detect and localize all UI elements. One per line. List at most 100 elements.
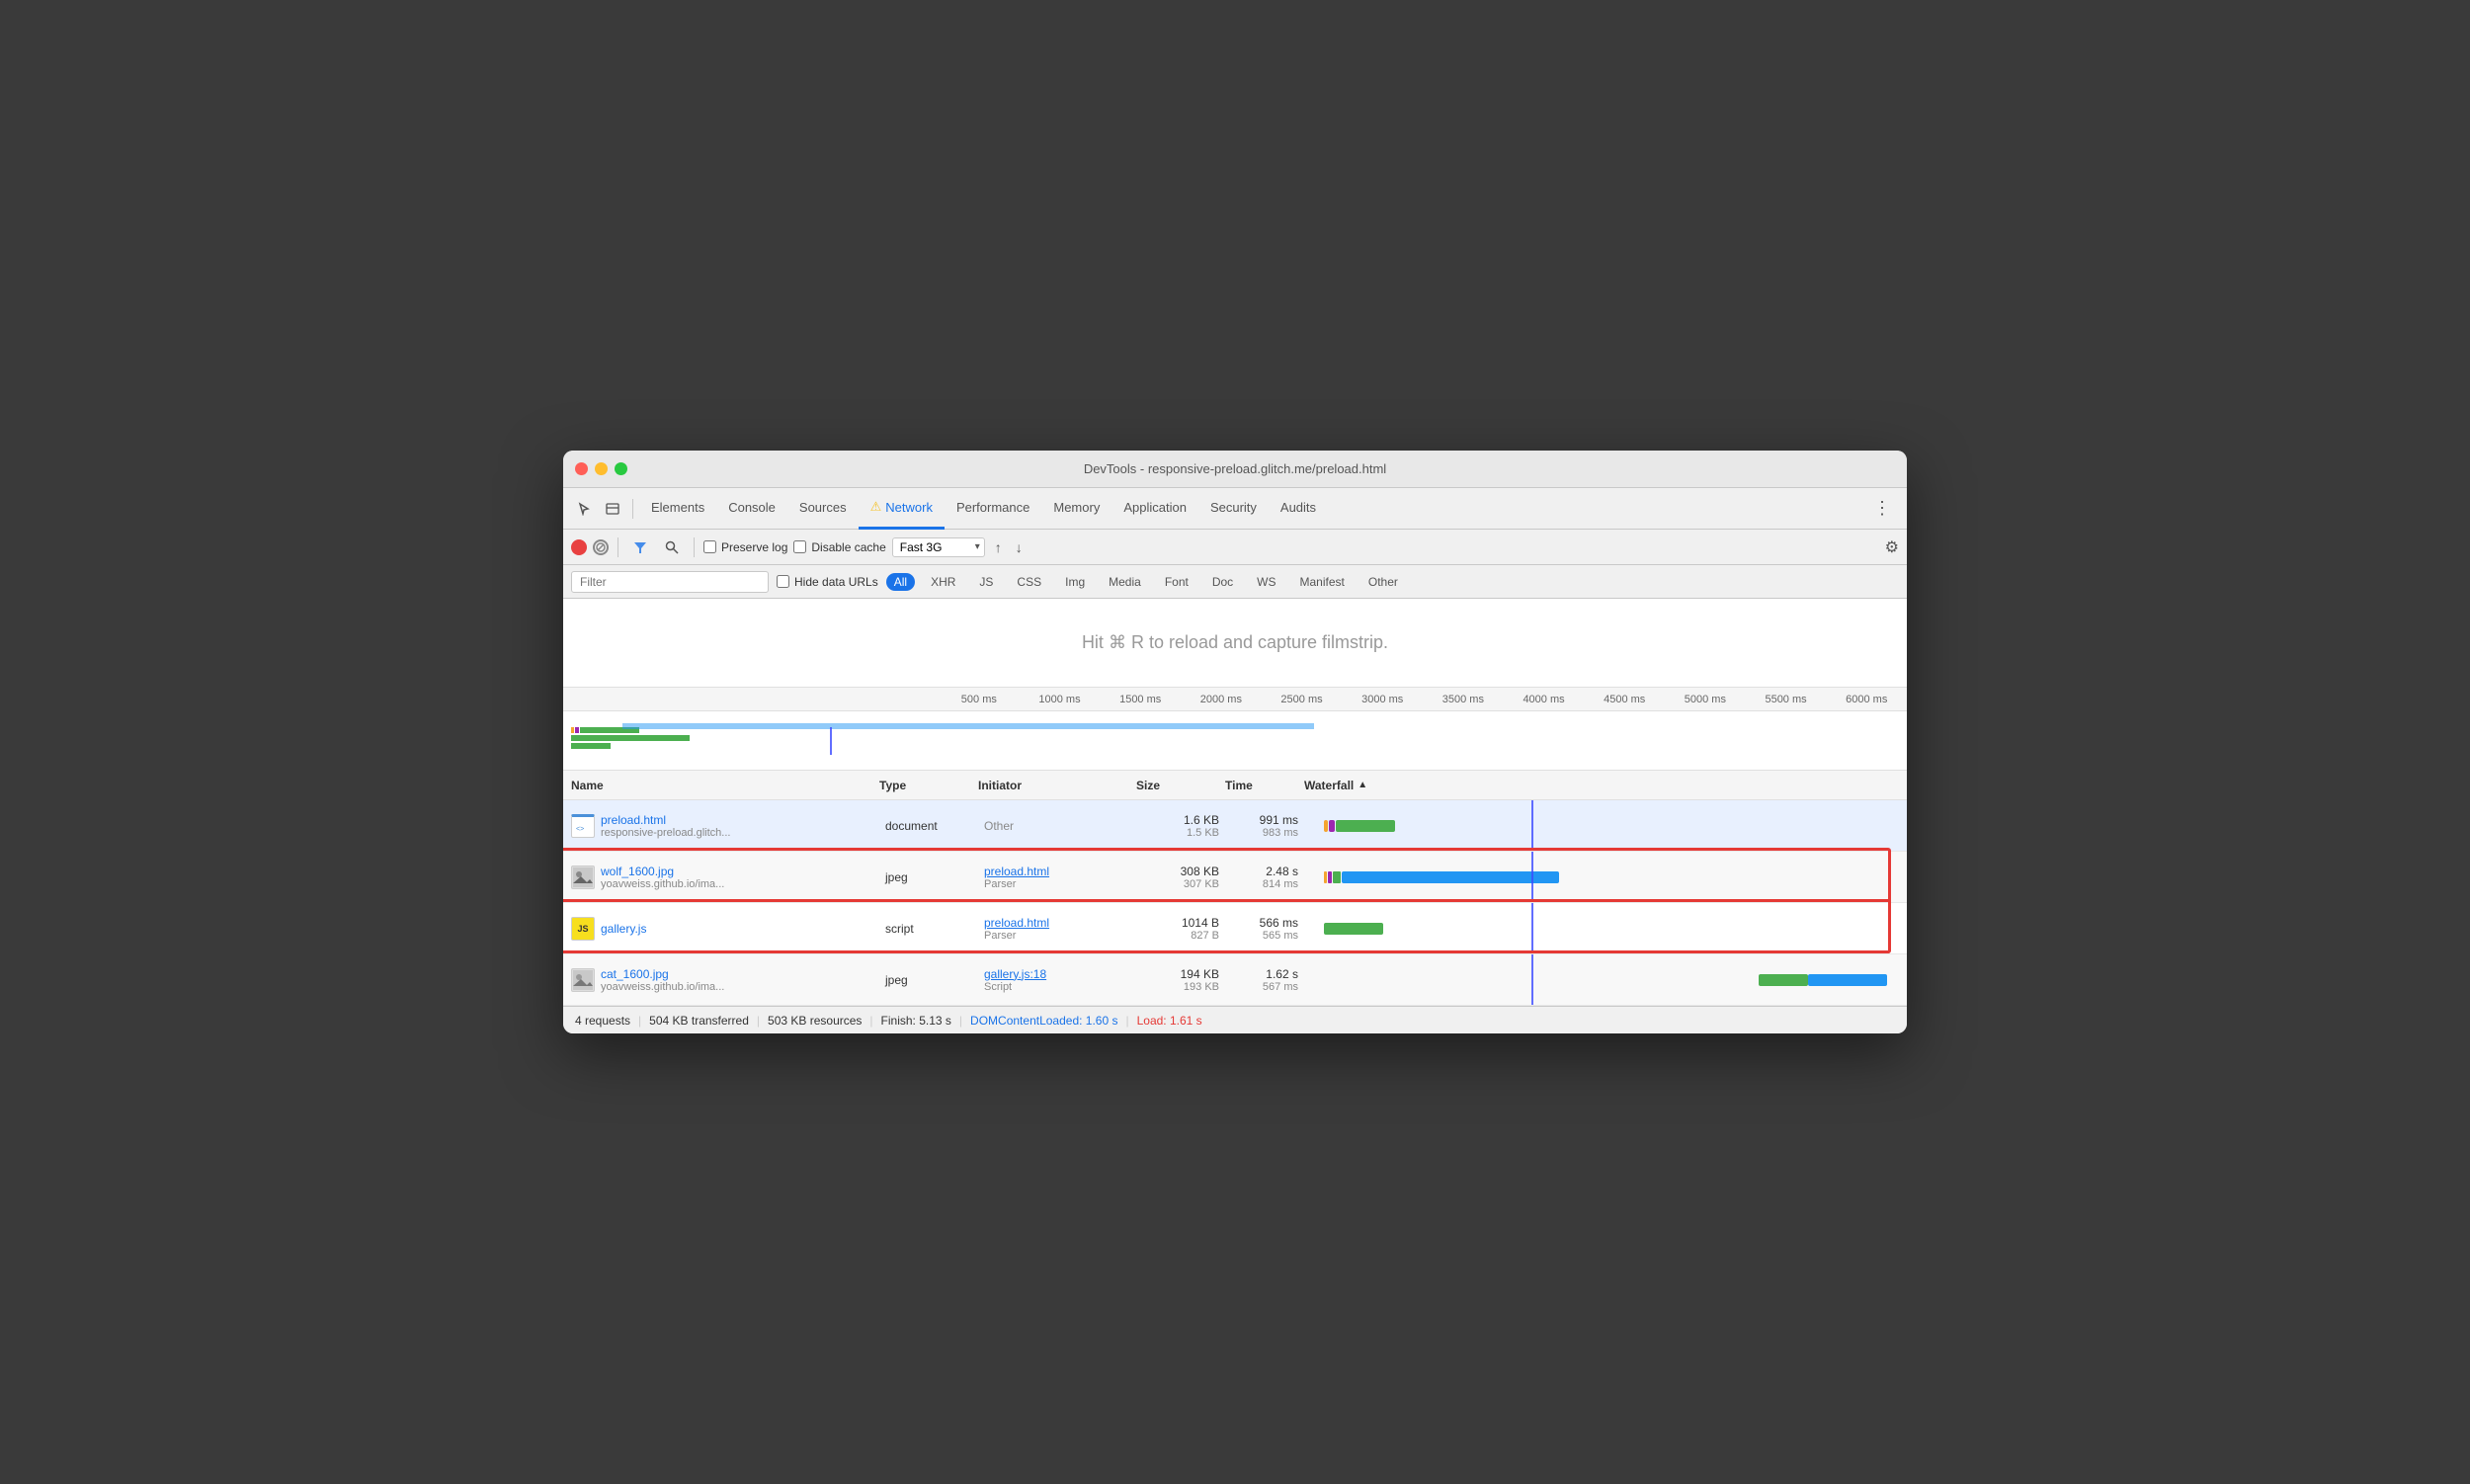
row-waterfall-1 <box>1304 852 1907 902</box>
tick-6000: 6000 ms <box>1826 694 1907 705</box>
row-waterfall-3 <box>1304 954 1907 1005</box>
col-header-name: Name <box>563 779 879 792</box>
dom-content-loaded: DOMContentLoaded: 1.60 s <box>970 1014 1117 1028</box>
col-header-size: Size <box>1136 779 1225 792</box>
row-initiator: Other <box>978 800 1136 851</box>
devtools-window: DevTools - responsive-preload.glitch.me/… <box>563 451 1907 1033</box>
preserve-log-label[interactable]: Preserve log <box>703 540 787 554</box>
js-file-icon: JS <box>571 917 595 941</box>
filter-type-xhr[interactable]: XHR <box>923 573 963 591</box>
sort-arrow-icon: ▲ <box>1358 780 1367 790</box>
filter-type-js[interactable]: JS <box>971 573 1001 591</box>
file-domain: yoavweiss.github.io/ima... <box>601 981 724 993</box>
cursor-icon[interactable] <box>571 495 599 523</box>
hide-data-urls-checkbox[interactable] <box>777 575 789 588</box>
tab-application[interactable]: Application <box>1112 488 1198 530</box>
file-domain: yoavweiss.github.io/ima... <box>601 878 724 890</box>
settings-icon[interactable]: ⚙ <box>1885 537 1899 557</box>
throttle-selector[interactable]: Fast 3G No throttling Slow 3G Offline ▾ <box>892 537 985 557</box>
filter-type-other[interactable]: Other <box>1360 573 1406 591</box>
filter-input[interactable] <box>571 571 769 593</box>
jpg-file-icon <box>571 866 595 889</box>
table-row[interactable]: <> preload.html responsive-preload.glitc… <box>563 800 1907 852</box>
row-size: 194 KB 193 KB <box>1136 954 1225 1005</box>
window-controls <box>575 462 627 475</box>
tab-elements[interactable]: Elements <box>639 488 716 530</box>
row-size: 1.6 KB 1.5 KB <box>1136 800 1225 851</box>
tick-1000: 1000 ms <box>1020 694 1101 705</box>
tab-performance[interactable]: Performance <box>945 488 1041 530</box>
close-button[interactable] <box>575 462 588 475</box>
initiator-link[interactable]: gallery.js:18 <box>984 967 1130 981</box>
maximize-button[interactable] <box>615 462 627 475</box>
hide-data-urls-label[interactable]: Hide data URLs <box>777 575 878 589</box>
disable-cache-label[interactable]: Disable cache <box>793 540 885 554</box>
filmstrip-area: Hit ⌘ R to reload and capture filmstrip. <box>563 599 1907 688</box>
filter-type-css[interactable]: CSS <box>1009 573 1049 591</box>
devtools-tabs: Elements Console Sources ⚠ Network Perfo… <box>563 488 1907 530</box>
tab-sources[interactable]: Sources <box>787 488 859 530</box>
table-row[interactable]: cat_1600.jpg yoavweiss.github.io/ima... … <box>563 954 1907 1006</box>
row-time: 2.48 s 814 ms <box>1225 852 1304 902</box>
load-time: Load: 1.61 s <box>1137 1014 1202 1028</box>
row-type: script <box>879 903 978 953</box>
file-name-block: cat_1600.jpg yoavweiss.github.io/ima... <box>601 967 724 993</box>
tab-network[interactable]: ⚠ Network <box>859 488 945 530</box>
filter-type-doc[interactable]: Doc <box>1204 573 1241 591</box>
resources-size: 503 KB resources <box>768 1014 862 1028</box>
row-initiator: gallery.js:18 Script <box>978 954 1136 1005</box>
filter-type-manifest[interactable]: Manifest <box>1292 573 1353 591</box>
tick-3500: 3500 ms <box>1423 694 1504 705</box>
minimize-button[interactable] <box>595 462 608 475</box>
table-body: <> preload.html responsive-preload.glitc… <box>563 800 1907 1006</box>
initiator-type: Parser <box>984 930 1130 942</box>
file-name-block: gallery.js <box>601 922 646 936</box>
download-icon[interactable]: ↓ <box>1012 539 1027 555</box>
requests-count: 4 requests <box>575 1014 630 1028</box>
tick-4000: 4000 ms <box>1504 694 1585 705</box>
waterfall-vline <box>1531 800 1533 851</box>
tick-5000: 5000 ms <box>1665 694 1746 705</box>
throttle-select[interactable]: Fast 3G No throttling Slow 3G Offline <box>892 537 985 557</box>
row-type: jpeg <box>879 954 978 1005</box>
row-size: 1014 B 827 B <box>1136 903 1225 953</box>
tab-security[interactable]: Security <box>1198 488 1269 530</box>
tab-memory[interactable]: Memory <box>1041 488 1112 530</box>
initiator-link[interactable]: preload.html <box>984 916 1130 930</box>
filter-type-img[interactable]: Img <box>1057 573 1093 591</box>
row-size: 308 KB 307 KB <box>1136 852 1225 902</box>
html-file-icon: <> <box>571 814 595 838</box>
record-button[interactable] <box>571 539 587 555</box>
table-row[interactable]: wolf_1600.jpg yoavweiss.github.io/ima...… <box>563 852 1907 903</box>
tab-audits[interactable]: Audits <box>1269 488 1328 530</box>
filter-bar: Hide data URLs All XHR JS CSS Img Media … <box>563 565 1907 599</box>
preserve-log-checkbox[interactable] <box>703 540 716 553</box>
filter-type-media[interactable]: Media <box>1101 573 1149 591</box>
filter-icon[interactable] <box>627 535 653 560</box>
tick-2000: 2000 ms <box>1181 694 1262 705</box>
dock-icon[interactable] <box>599 495 626 523</box>
search-icon[interactable] <box>659 535 685 560</box>
svg-text:<>: <> <box>576 826 584 833</box>
titlebar: DevTools - responsive-preload.glitch.me/… <box>563 451 1907 488</box>
file-name: preload.html <box>601 813 730 827</box>
tick-2500: 2500 ms <box>1262 694 1343 705</box>
filter-type-ws[interactable]: WS <box>1249 573 1283 591</box>
warning-icon: ⚠ <box>870 499 882 515</box>
disable-cache-checkbox[interactable] <box>793 540 806 553</box>
file-name: cat_1600.jpg <box>601 967 724 981</box>
finish-time: Finish: 5.13 s <box>881 1014 951 1028</box>
col-header-time: Time <box>1225 779 1304 792</box>
tick-500: 500 ms <box>939 694 1020 705</box>
filter-type-all[interactable]: All <box>886 573 915 591</box>
row-name-cell: cat_1600.jpg yoavweiss.github.io/ima... <box>563 954 879 1005</box>
tab-console[interactable]: Console <box>716 488 787 530</box>
initiator-type: Parser <box>984 878 1130 890</box>
initiator-link[interactable]: preload.html <box>984 865 1130 878</box>
upload-icon[interactable]: ↑ <box>991 539 1006 555</box>
window-title: DevTools - responsive-preload.glitch.me/… <box>1084 461 1386 476</box>
more-tabs-button[interactable]: ⋮ <box>1865 498 1899 519</box>
filter-type-font[interactable]: Font <box>1157 573 1196 591</box>
stop-button[interactable] <box>593 539 609 555</box>
table-row[interactable]: JS gallery.js script preload.html Parser… <box>563 903 1907 954</box>
